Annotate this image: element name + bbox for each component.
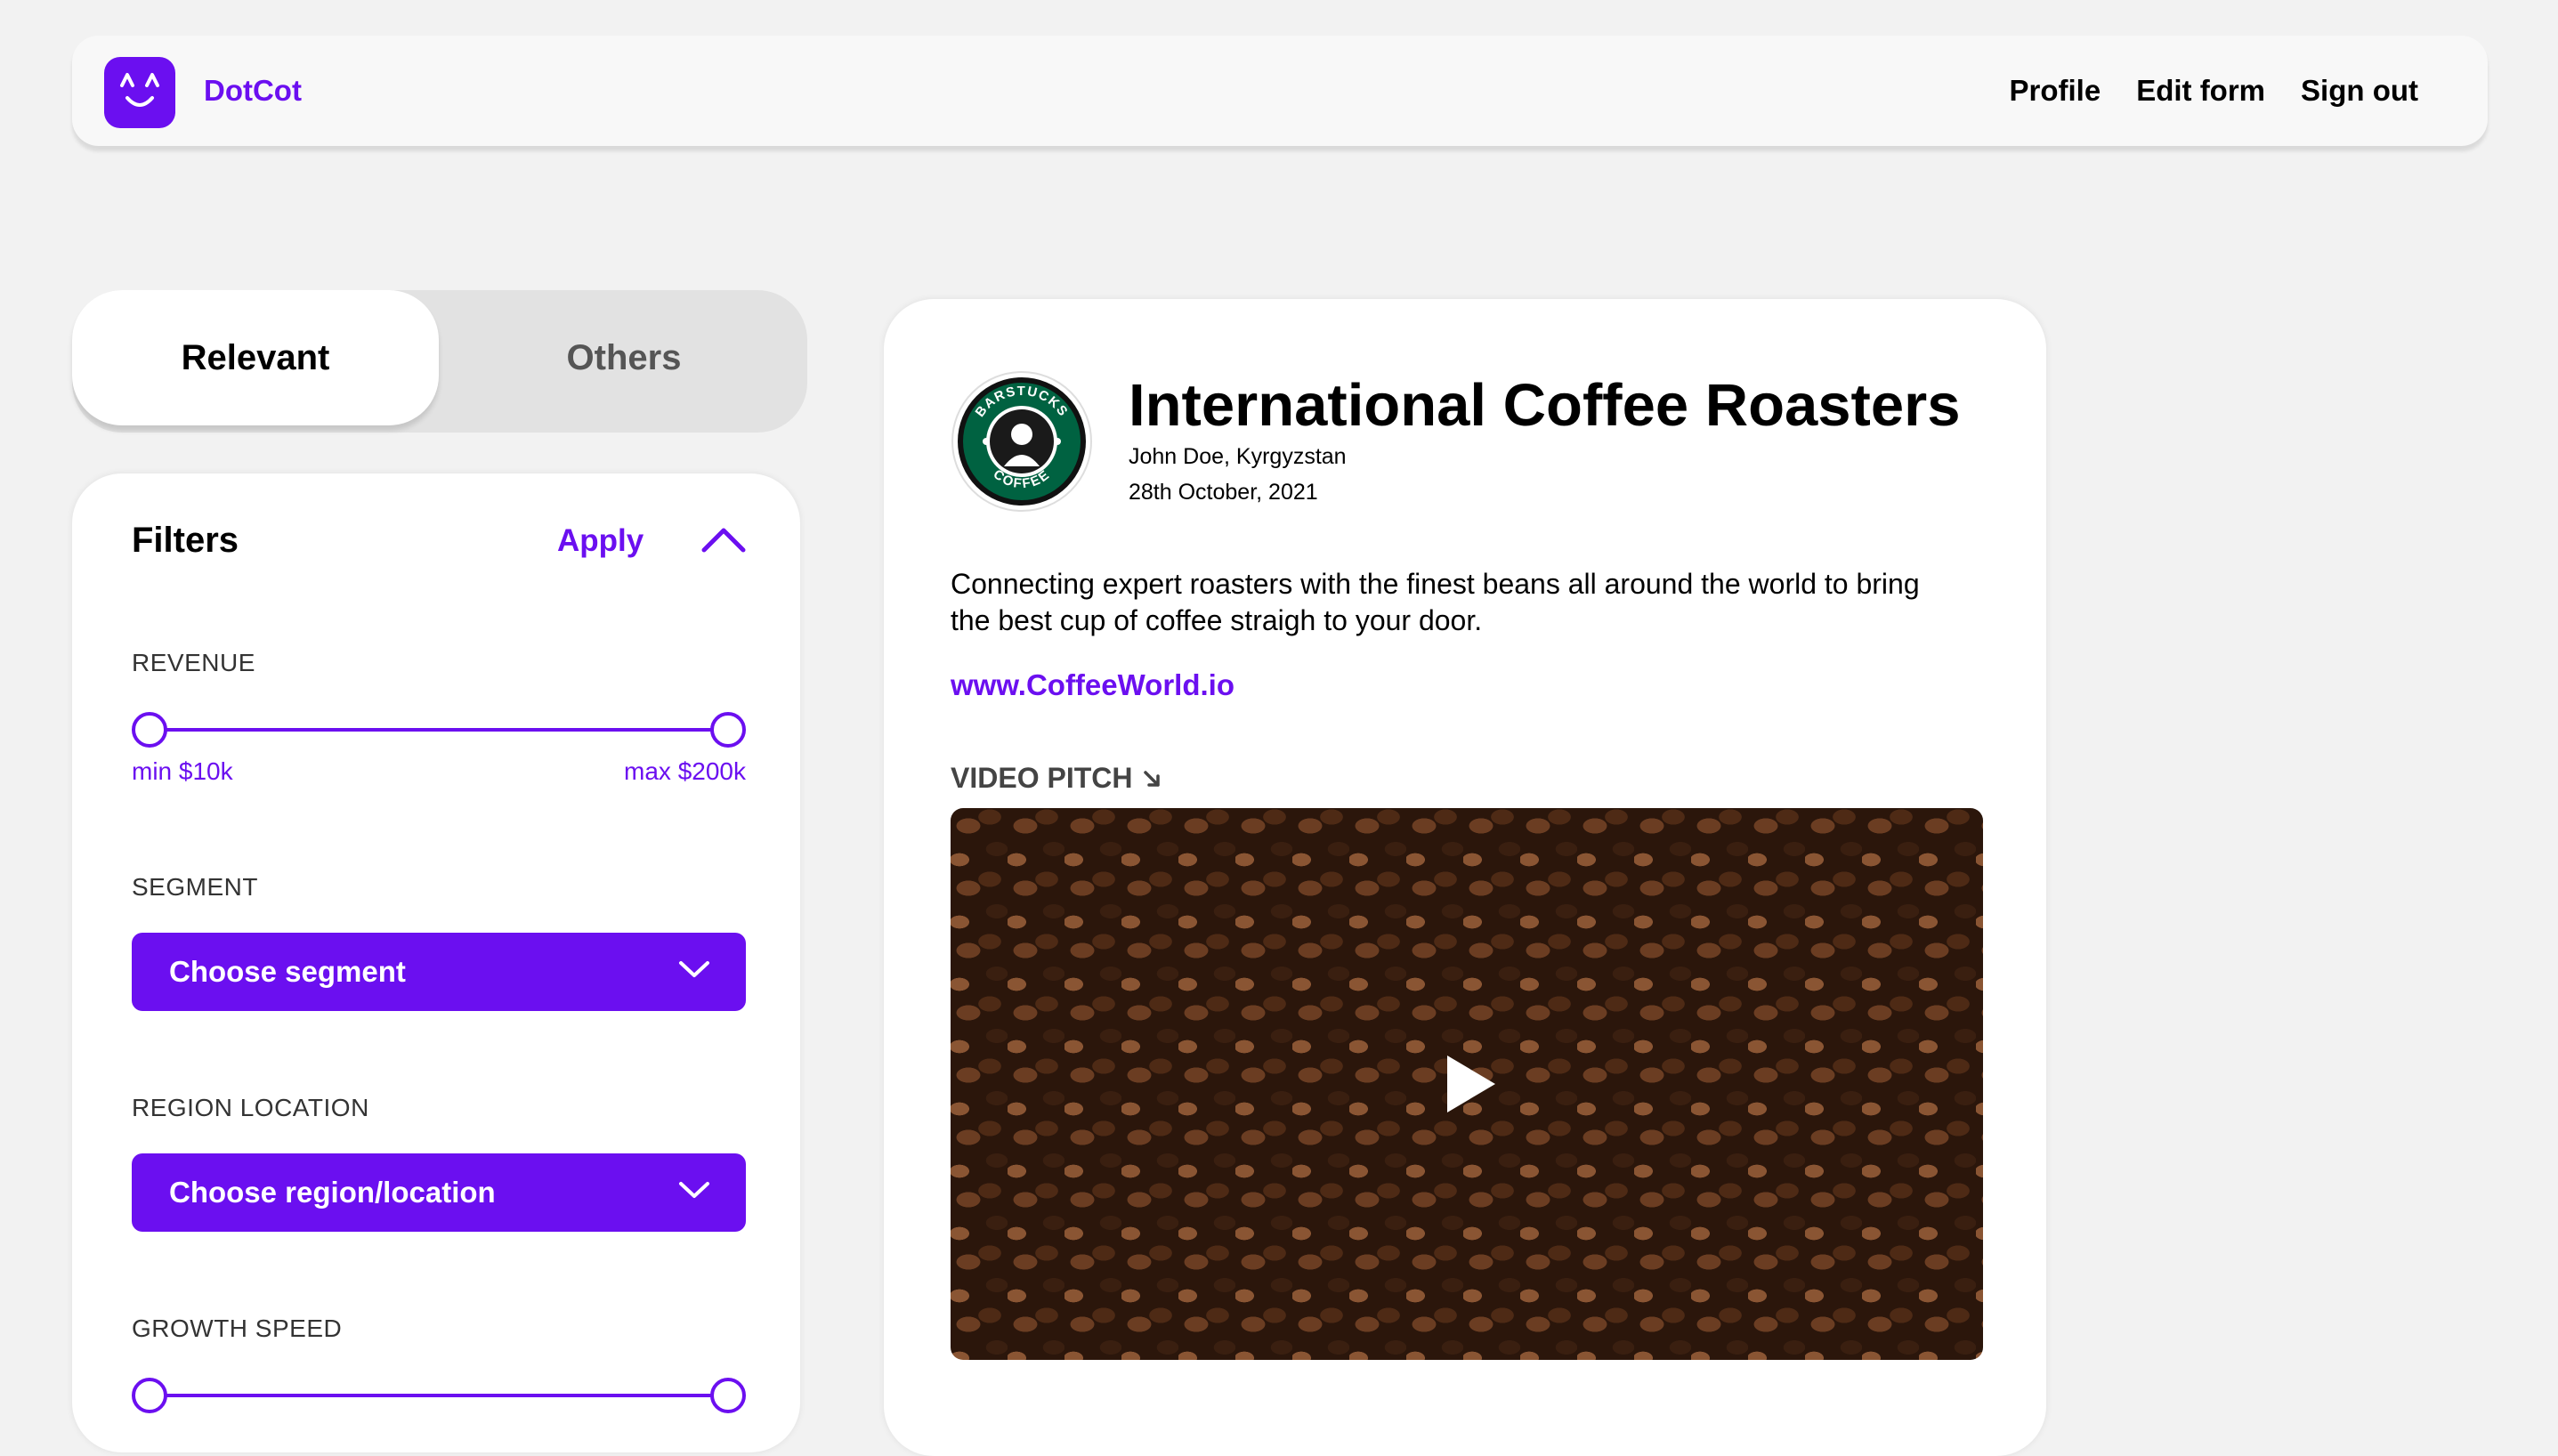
nav-sign-out-link[interactable]: Sign out: [2301, 73, 2418, 109]
chevron-down-icon: [679, 1182, 709, 1198]
chevron-down-icon: [679, 961, 709, 977]
segment-dropdown[interactable]: Choose segment: [132, 933, 746, 1011]
filters-panel: Filters Apply REVENUE min $10k max $200k…: [72, 473, 800, 1452]
chevron-up-icon[interactable]: [700, 525, 747, 554]
segment-label: SEGMENT: [132, 873, 258, 901]
revenue-max-label: max $200k: [624, 757, 746, 785]
nav-links: Profile Edit form Sign out: [2010, 73, 2419, 109]
tab-relevant[interactable]: Relevant: [72, 290, 439, 425]
company-card: BARSTUCKS COFFEE International Coffee Ro…: [884, 299, 2046, 1456]
growth-speed-slider[interactable]: [132, 1378, 746, 1413]
company-website-link[interactable]: www.CoffeeWorld.io: [951, 667, 1234, 703]
revenue-min-label: min $10k: [132, 757, 233, 785]
revenue-min-handle[interactable]: [132, 712, 167, 748]
region-dropdown[interactable]: Choose region/location: [132, 1153, 746, 1232]
company-logo: BARSTUCKS COFFEE: [951, 371, 1092, 512]
video-pitch-label: VIDEO PITCH: [951, 762, 1133, 794]
company-description: Connecting expert roasters with the fine…: [951, 568, 1920, 636]
growth-max-handle[interactable]: [710, 1378, 746, 1413]
company-owner-location: John Doe, Kyrgyzstan: [1129, 444, 1347, 469]
company-name: International Coffee Roasters: [1129, 372, 1961, 439]
growth-speed-label: GROWTH SPEED: [132, 1314, 343, 1342]
revenue-max-handle[interactable]: [710, 712, 746, 748]
region-dropdown-value: Choose region/location: [169, 1176, 496, 1209]
apply-button[interactable]: Apply: [557, 523, 644, 559]
tab-others[interactable]: Others: [441, 290, 807, 425]
filters-title: Filters: [132, 521, 239, 560]
brand-name[interactable]: DotCot: [204, 73, 302, 109]
top-navbar: DotCot Profile Edit form Sign out: [72, 36, 2488, 146]
segment-dropdown-value: Choose segment: [169, 955, 406, 988]
tab-switcher: Relevant Others: [72, 290, 807, 433]
revenue-label: REVENUE: [132, 649, 255, 676]
revenue-slider[interactable]: [132, 712, 746, 748]
growth-min-handle[interactable]: [132, 1378, 167, 1413]
company-date: 28th October, 2021: [1129, 480, 1318, 505]
nav-edit-form-link[interactable]: Edit form: [2136, 73, 2265, 109]
play-icon[interactable]: [1444, 1052, 1499, 1116]
dotcot-logo-icon[interactable]: [104, 57, 175, 128]
revenue-slider-track: [148, 728, 730, 732]
arrow-down-right-icon: [1144, 771, 1160, 787]
growth-slider-track: [148, 1394, 730, 1397]
video-player[interactable]: [951, 808, 1983, 1360]
region-label: REGION LOCATION: [132, 1094, 369, 1121]
nav-profile-link[interactable]: Profile: [2010, 73, 2101, 109]
